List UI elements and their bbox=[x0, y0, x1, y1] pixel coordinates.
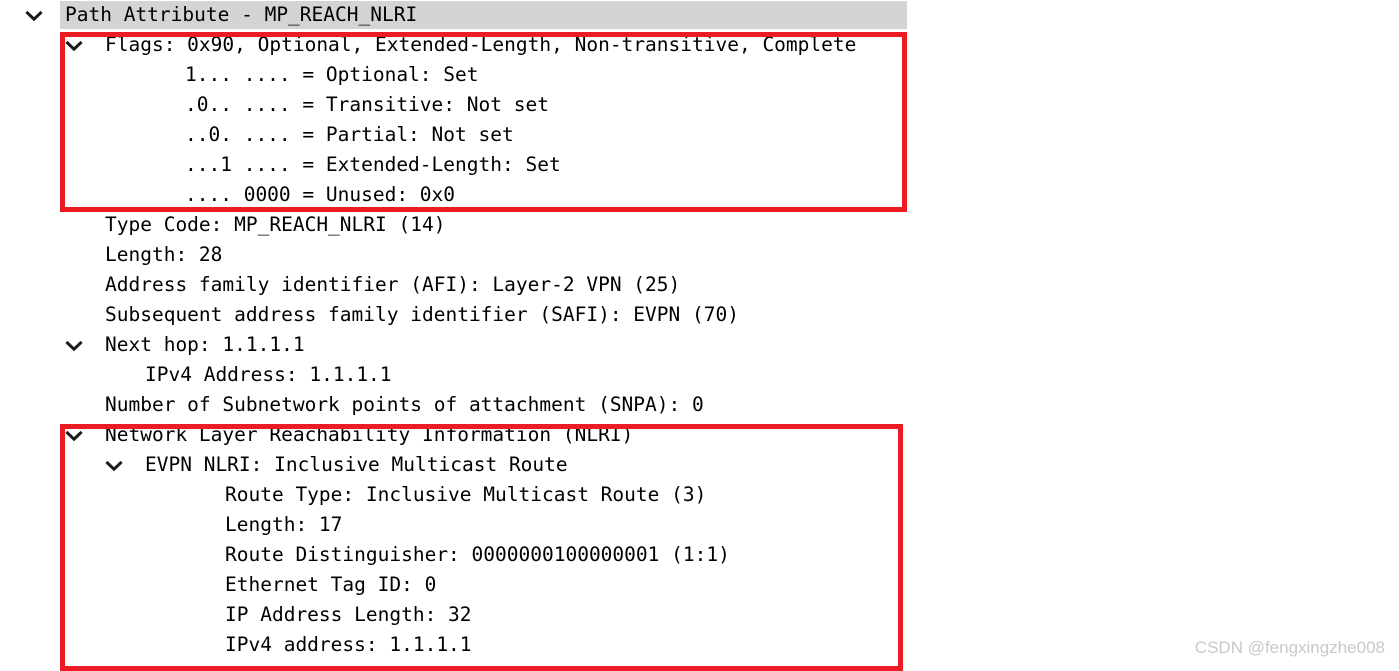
chevron-down-icon[interactable] bbox=[65, 30, 83, 60]
chevron-down-icon[interactable] bbox=[105, 450, 123, 480]
tree-row-label: Path Attribute - MP_REACH_NLRI bbox=[65, 3, 418, 26]
tree-row-label: Type Code: MP_REACH_NLRI (14) bbox=[105, 213, 446, 236]
tree-row-label: 1... .... = Optional: Set bbox=[185, 63, 479, 86]
tree-row-label: ..0. .... = Partial: Not set bbox=[185, 123, 514, 146]
tree-row-label: .0.. .... = Transitive: Not set bbox=[185, 93, 549, 116]
tree-row-label: Ethernet Tag ID: 0 bbox=[225, 573, 437, 596]
tree-row-label: IP Address Length: 32 bbox=[225, 603, 472, 626]
tree-row-label: EVPN NLRI: Inclusive Multicast Route bbox=[145, 453, 568, 476]
chevron-down-icon[interactable] bbox=[65, 420, 83, 450]
tree-row-label: Route Distinguisher: 0000000100000001 (1… bbox=[225, 543, 730, 566]
tree-row-label: Address family identifier (AFI): Layer-2… bbox=[105, 273, 681, 296]
chevron-down-icon[interactable] bbox=[25, 0, 43, 30]
tree-row-label: Next hop: 1.1.1.1 bbox=[105, 333, 305, 356]
tree-row-label: Subsequent address family identifier (SA… bbox=[105, 303, 739, 326]
packet-detail-pane: Path Attribute - MP_REACH_NLRI Flags: 0x9… bbox=[0, 0, 1399, 671]
tree-row-label: Network Layer Reachability Information (… bbox=[105, 423, 634, 446]
tree-row-label: IPv4 address: 1.1.1.1 bbox=[225, 633, 472, 656]
tree-row-label: Flags: 0x90, Optional, Extended-Length, … bbox=[105, 33, 857, 56]
tree-row-label: .... 0000 = Unused: 0x0 bbox=[185, 183, 456, 206]
tree-row-label: Number of Subnetwork points of attachmen… bbox=[105, 393, 704, 416]
chevron-down-icon[interactable] bbox=[65, 330, 83, 360]
tree-row-label: ...1 .... = Extended-Length: Set bbox=[185, 153, 561, 176]
tree-row-label: Length: 28 bbox=[105, 243, 223, 266]
watermark: CSDN @fengxingzhe008 bbox=[1194, 638, 1385, 657]
tree-row-label: Route Type: Inclusive Multicast Route (3… bbox=[225, 483, 707, 506]
tree-row-label: IPv4 Address: 1.1.1.1 bbox=[145, 363, 392, 386]
tree-row-label: Length: 17 bbox=[225, 513, 343, 536]
